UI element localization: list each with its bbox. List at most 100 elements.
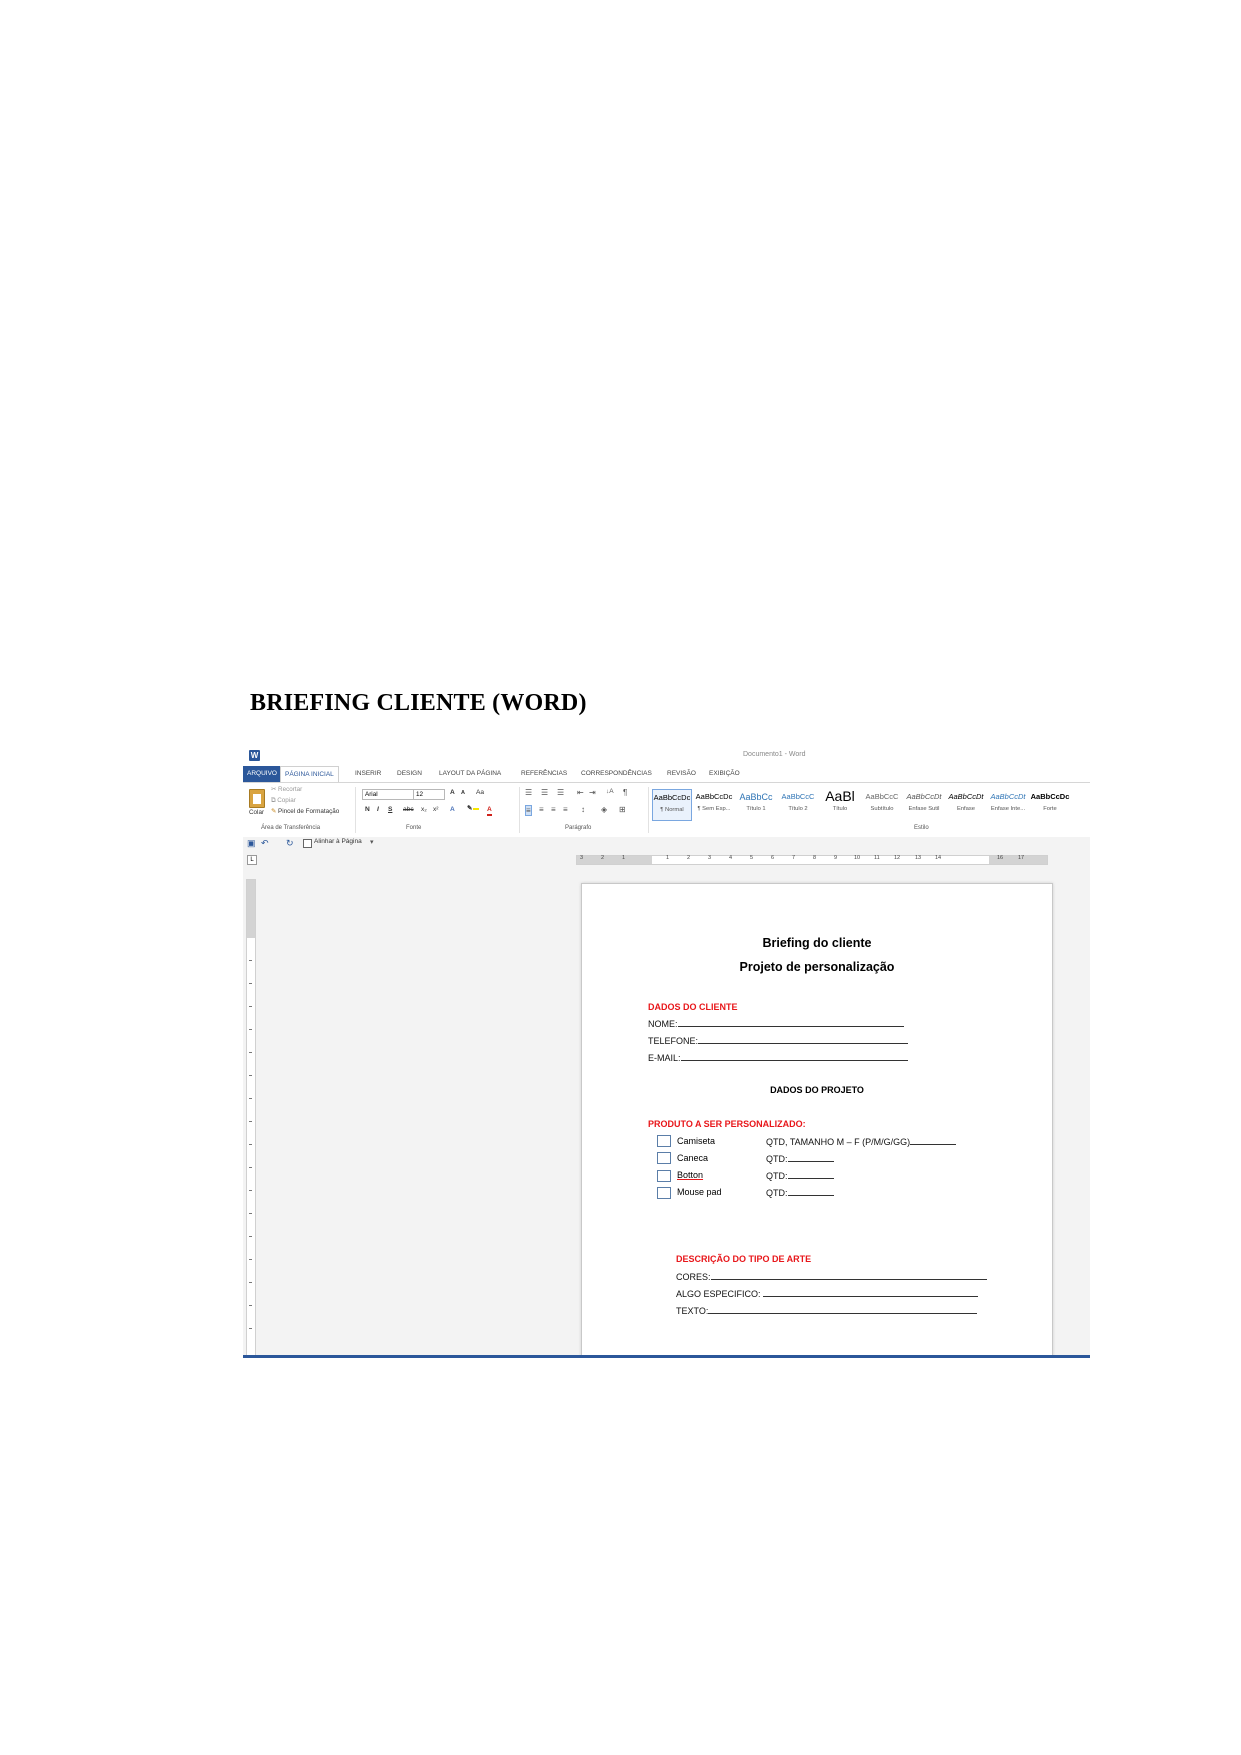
tab-design[interactable]: DESIGN	[393, 766, 426, 782]
style-titulo-2[interactable]: AaBbCcC Título 2	[778, 789, 818, 821]
undo-icon[interactable]: ↶	[261, 838, 269, 848]
paste-icon[interactable]	[249, 789, 265, 808]
camiseta-checkbox[interactable]	[657, 1135, 671, 1147]
style-enfase[interactable]: AaBbCcDt Ênfase	[946, 789, 986, 821]
ruler-tick	[249, 1305, 252, 1306]
art-colors-field[interactable]: CORES:	[676, 1271, 987, 1282]
customize-qat-icon[interactable]: ▾	[370, 838, 374, 848]
paste-button[interactable]: Colar	[249, 809, 264, 816]
client-name-field[interactable]: NOME:	[648, 1018, 904, 1029]
art-section-title: DESCRIÇÃO DO TIPO DE ARTE	[676, 1254, 812, 1264]
tab-layout[interactable]: LAYOUT DA PÁGINA	[435, 766, 505, 782]
client-email-field[interactable]: E-MAIL:	[648, 1052, 908, 1063]
underline-button[interactable]: S	[388, 806, 392, 813]
bullets-icon[interactable]: ☰	[525, 788, 532, 797]
increase-indent-icon[interactable]: ⇥	[589, 788, 596, 797]
style-enfase-sutil[interactable]: AaBbCcDt Ênfase Sutil	[904, 789, 944, 821]
style-forte[interactable]: AaBbCcDc Forte	[1030, 789, 1070, 821]
ruler-number: 13	[915, 855, 922, 861]
bold-button[interactable]: N	[365, 806, 370, 813]
ruler-tick	[249, 1213, 252, 1214]
style-subtitulo[interactable]: AaBbCcC Subtítulo	[862, 789, 902, 821]
product-qty[interactable]: QTD, TAMANHO M – F (P/M/G/GG)	[766, 1136, 957, 1147]
style-name: ¶ Sem Esp...	[697, 806, 731, 812]
show-formatting-icon[interactable]: ¶	[623, 788, 627, 797]
shading-icon[interactable]: ◈	[601, 805, 607, 814]
style-preview: AaBbCc	[739, 792, 773, 802]
style-name: Ênfase Sutil	[908, 806, 940, 812]
product-qty[interactable]: QTD:	[766, 1187, 834, 1198]
ruler-tick	[249, 1259, 252, 1260]
qty-label: QTD:	[766, 1188, 788, 1198]
title-bar: W Documento1 - Word	[243, 746, 1090, 766]
save-icon[interactable]: ▣	[247, 838, 256, 848]
tab-exibicao[interactable]: EXIBIÇÃO	[705, 766, 744, 782]
field-label: E-MAIL:	[648, 1053, 681, 1063]
mouse-pad-checkbox[interactable]	[657, 1187, 671, 1199]
ruler-tick	[249, 1029, 252, 1030]
grow-font-button[interactable]: A	[450, 789, 455, 796]
product-qty[interactable]: QTD:	[766, 1153, 834, 1164]
style-preview: AaBbCcC	[865, 792, 899, 801]
sort-icon[interactable]: ↓A	[606, 788, 614, 795]
art-text-field[interactable]: TEXTO:	[676, 1305, 978, 1316]
tab-revisao[interactable]: REVISÃO	[663, 766, 700, 782]
tab-inserir[interactable]: INSERIR	[351, 766, 385, 782]
word-icon[interactable]: W	[249, 750, 260, 761]
format-painter-button[interactable]: ✎ Pincel de Formatação	[271, 808, 339, 815]
cut-label: Recortar	[278, 786, 303, 793]
align-left-icon[interactable]: ≡	[525, 805, 532, 816]
horizontal-ruler[interactable]: 3 2 1 1 2 3 4 5 6 7 8 9 10 11 12 13 14 1…	[576, 855, 1048, 865]
align-to-page-checkbox[interactable]	[303, 839, 312, 848]
style-enfase-intensa[interactable]: AaBbCcDt Ênfase Inte...	[988, 789, 1028, 821]
art-specific-field[interactable]: ALGO ESPECIFICO:	[676, 1288, 979, 1299]
ribbon-tabs: ARQUIVO PÁGINA INICIAL INSERIR DESIGN LA…	[243, 766, 1090, 782]
superscript-button[interactable]: x²	[433, 806, 439, 813]
product-qty[interactable]: QTD:	[766, 1170, 834, 1181]
field-label: NOME:	[648, 1019, 678, 1029]
italic-button[interactable]: I	[377, 806, 379, 813]
font-name-select[interactable]: Arial	[362, 789, 414, 800]
style-titulo[interactable]: AaBl Título	[820, 789, 860, 821]
tab-selector[interactable]: L	[247, 855, 257, 865]
tab-referencias[interactable]: REFERÊNCIAS	[517, 766, 571, 782]
product-section-title: PRODUTO A SER PERSONALIZADO:	[648, 1119, 806, 1129]
style-titulo-1[interactable]: AaBbCc Título 1	[736, 789, 776, 821]
tab-correspondencias[interactable]: CORRESPONDÊNCIAS	[577, 766, 656, 782]
cut-button[interactable]: ✂ Recortar	[271, 786, 302, 793]
align-center-icon[interactable]: ≡	[539, 805, 544, 814]
style-normal[interactable]: AaBbCcDc ¶ Normal	[652, 789, 692, 821]
copy-button[interactable]: ⧉ Copiar	[271, 797, 296, 805]
style-sem-espacamento[interactable]: AaBbCcDc ¶ Sem Esp...	[694, 789, 734, 821]
justify-icon[interactable]: ≡	[563, 805, 568, 814]
highlight-icon[interactable]: ✎	[467, 804, 479, 812]
strikethrough-button[interactable]: abc	[403, 806, 414, 813]
tab-pagina-inicial[interactable]: PÁGINA INICIAL	[280, 766, 339, 782]
product-label: Caneca	[677, 1153, 709, 1163]
subscript-button[interactable]: x₂	[421, 806, 427, 813]
caneca-checkbox[interactable]	[657, 1152, 671, 1164]
align-right-icon[interactable]: ≡	[551, 805, 556, 814]
line-spacing-icon[interactable]: ↕	[581, 805, 585, 814]
font-color-icon[interactable]: A	[487, 806, 492, 816]
change-case-button[interactable]: Aa	[476, 789, 484, 796]
doc-title: Briefing do cliente	[762, 936, 872, 950]
botton-checkbox[interactable]	[657, 1170, 671, 1182]
multilevel-list-icon[interactable]: ☰	[557, 788, 564, 797]
numbering-icon[interactable]: ☰	[541, 788, 548, 797]
text-effects-icon[interactable]: A	[450, 806, 455, 813]
ruler-number: 14	[935, 855, 942, 861]
font-size-select[interactable]: 12	[413, 789, 445, 800]
shrink-font-button[interactable]: A	[461, 790, 465, 796]
document-page[interactable]: Briefing do cliente Projeto de personali…	[581, 883, 1053, 1358]
borders-icon[interactable]: ⊞	[619, 805, 626, 814]
answer-line	[708, 1305, 978, 1314]
tab-arquivo[interactable]: ARQUIVO	[243, 766, 281, 782]
redo-icon[interactable]: ↻	[286, 838, 294, 848]
style-preview: AaBbCcDt	[990, 792, 1026, 801]
ruler-tick	[249, 1167, 252, 1168]
field-label: TEXTO:	[676, 1306, 709, 1316]
client-phone-field[interactable]: TELEFONE:	[648, 1035, 909, 1046]
vertical-ruler[interactable]	[246, 879, 256, 1358]
decrease-indent-icon[interactable]: ⇤	[577, 788, 584, 797]
